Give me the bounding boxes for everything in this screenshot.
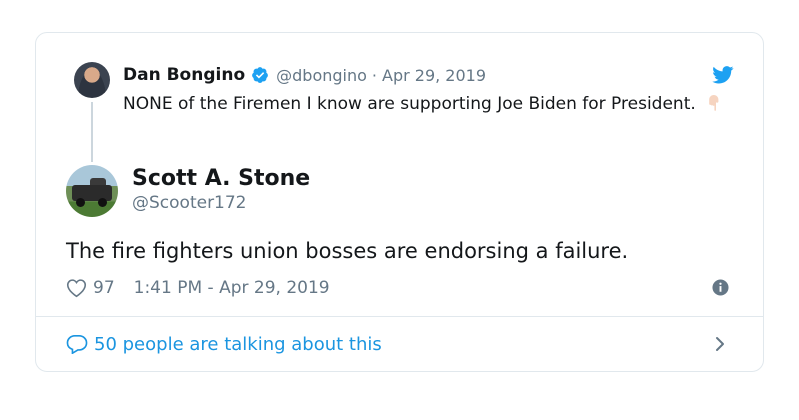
avatar-truck-wheel bbox=[98, 198, 107, 207]
author-avatar[interactable] bbox=[66, 165, 118, 217]
talking-about-label[interactable]: 50 people are talking about this bbox=[94, 334, 382, 355]
parent-author-handle[interactable]: @dbongino bbox=[276, 66, 367, 85]
talking-about-link[interactable]: 50 people are talking about this bbox=[66, 332, 382, 356]
tweet-timestamp[interactable]: 1:41 PM - Apr 29, 2019 bbox=[134, 278, 330, 298]
parent-tweet-body: NONE of the Firemen I know are supportin… bbox=[123, 94, 696, 114]
avatar-truck-wheel bbox=[76, 198, 85, 207]
tweet-meta: 97 1:41 PM - Apr 29, 2019 bbox=[66, 276, 330, 300]
parent-tweet-text: NONE of the Firemen I know are supportin… bbox=[123, 91, 723, 118]
author-name[interactable]: Scott A. Stone bbox=[132, 166, 310, 191]
chevron-right-icon[interactable] bbox=[714, 335, 726, 353]
embedded-tweet-card: Dan Bongino @dbongino · Apr 29, 2019 NON… bbox=[35, 32, 764, 372]
twitter-bird-icon[interactable] bbox=[712, 66, 734, 84]
speech-bubble-icon bbox=[66, 334, 88, 354]
verified-badge-icon bbox=[251, 66, 269, 84]
divider bbox=[36, 316, 763, 317]
info-icon[interactable] bbox=[712, 279, 729, 296]
author-handle[interactable]: @Scooter172 bbox=[132, 193, 247, 213]
separator-dot: · bbox=[371, 65, 377, 85]
parent-tweet-date[interactable]: Apr 29, 2019 bbox=[382, 66, 486, 85]
parent-tweet-header: Dan Bongino @dbongino · Apr 29, 2019 bbox=[123, 64, 486, 86]
parent-author-name[interactable]: Dan Bongino bbox=[123, 65, 245, 85]
thread-line bbox=[91, 102, 93, 162]
heart-icon[interactable] bbox=[66, 278, 87, 298]
backhand-index-pointing-down-emoji bbox=[700, 91, 722, 113]
tweet-text: The fire fighters union bosses are endor… bbox=[66, 239, 629, 263]
like-count[interactable]: 97 bbox=[93, 278, 115, 298]
parent-avatar[interactable] bbox=[74, 62, 110, 98]
